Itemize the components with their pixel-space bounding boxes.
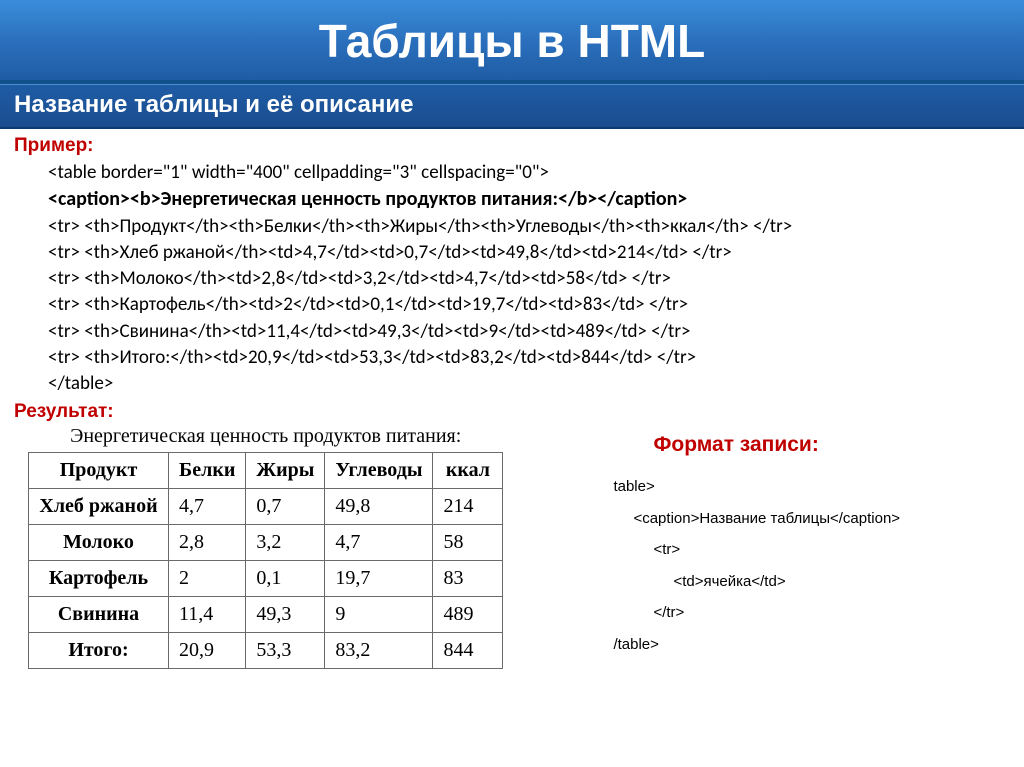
table-cell: 53,3	[246, 633, 325, 669]
format-line: </tr>	[613, 597, 900, 629]
code-line: <table border="1" width="400" cellpaddin…	[48, 160, 1010, 186]
table-cell: Молоко	[29, 525, 169, 561]
format-line: <caption>Название таблицы</caption>	[613, 503, 900, 535]
table-cell: 58	[433, 525, 503, 561]
result-caption: Энергетическая ценность продуктов питани…	[28, 425, 503, 448]
code-line: <tr> <th>Молоко</th><td>2,8</td><td>3,2<…	[48, 266, 1010, 292]
table-cell: Картофель	[29, 561, 169, 597]
slide-title: Таблицы в HTML	[0, 0, 1024, 84]
table-cell: Хлеб ржаной	[29, 489, 169, 525]
example-label: Пример:	[14, 135, 1010, 157]
table-cell: 49,3	[246, 597, 325, 633]
table-cell: 9	[325, 597, 433, 633]
code-line-caption: <caption><b>Энергетическая ценность прод…	[48, 186, 1010, 214]
result-table: Продукт Белки Жиры Углеводы ккал Хлеб рж…	[28, 452, 503, 669]
format-line: table>	[613, 471, 900, 503]
code-line: </table>	[48, 371, 1010, 397]
format-line: <tr>	[613, 534, 900, 566]
code-line: <tr> <th>Итого:</th><td>20,9</td><td>53,…	[48, 345, 1010, 371]
table-cell: 489	[433, 597, 503, 633]
format-line: <td>ячейка</td>	[613, 566, 900, 598]
table-cell: 2,8	[169, 525, 246, 561]
table-cell: 83	[433, 561, 503, 597]
format-block: Формат записи: table> <caption>Название …	[503, 425, 900, 660]
code-example: <table border="1" width="400" cellpaddin…	[14, 160, 1010, 397]
table-header: ккал	[433, 453, 503, 489]
code-line: <tr> <th>Свинина</th><td>11,4</td><td>49…	[48, 319, 1010, 345]
slide-subtitle: Название таблицы и её описание	[0, 84, 1024, 129]
table-cell: Свинина	[29, 597, 169, 633]
format-title: Формат записи:	[613, 433, 900, 457]
code-line: <tr> <th>Продукт</th><th>Белки</th><th>Ж…	[48, 214, 1010, 240]
table-header: Углеводы	[325, 453, 433, 489]
table-cell: 11,4	[169, 597, 246, 633]
table-cell: 214	[433, 489, 503, 525]
table-header: Продукт	[29, 453, 169, 489]
table-cell: Итого:	[29, 633, 169, 669]
result-table-wrap: Энергетическая ценность продуктов питани…	[14, 425, 503, 669]
table-cell: 0,1	[246, 561, 325, 597]
format-code: table> <caption>Название таблицы</captio…	[613, 471, 900, 660]
table-cell: 83,2	[325, 633, 433, 669]
table-header: Жиры	[246, 453, 325, 489]
table-row: Свинина 11,4 49,3 9 489	[29, 597, 503, 633]
table-cell: 19,7	[325, 561, 433, 597]
table-row: Молоко 2,8 3,2 4,7 58	[29, 525, 503, 561]
table-cell: 2	[169, 561, 246, 597]
table-row: Хлеб ржаной 4,7 0,7 49,8 214	[29, 489, 503, 525]
table-cell: 4,7	[169, 489, 246, 525]
table-cell: 3,2	[246, 525, 325, 561]
format-line: /table>	[613, 629, 900, 661]
code-line: <tr> <th>Хлеб ржаной</th><td>4,7</td><td…	[48, 240, 1010, 266]
code-line: <tr> <th>Картофель</th><td>2</td><td>0,1…	[48, 292, 1010, 318]
result-label: Результат:	[14, 401, 1010, 423]
table-row: Картофель 2 0,1 19,7 83	[29, 561, 503, 597]
table-cell: 49,8	[325, 489, 433, 525]
table-cell: 20,9	[169, 633, 246, 669]
table-header-row: Продукт Белки Жиры Углеводы ккал	[29, 453, 503, 489]
table-row: Итого: 20,9 53,3 83,2 844	[29, 633, 503, 669]
table-cell: 844	[433, 633, 503, 669]
content-area: Пример: <table border="1" width="400" ce…	[0, 129, 1024, 675]
table-cell: 4,7	[325, 525, 433, 561]
table-header: Белки	[169, 453, 246, 489]
table-cell: 0,7	[246, 489, 325, 525]
